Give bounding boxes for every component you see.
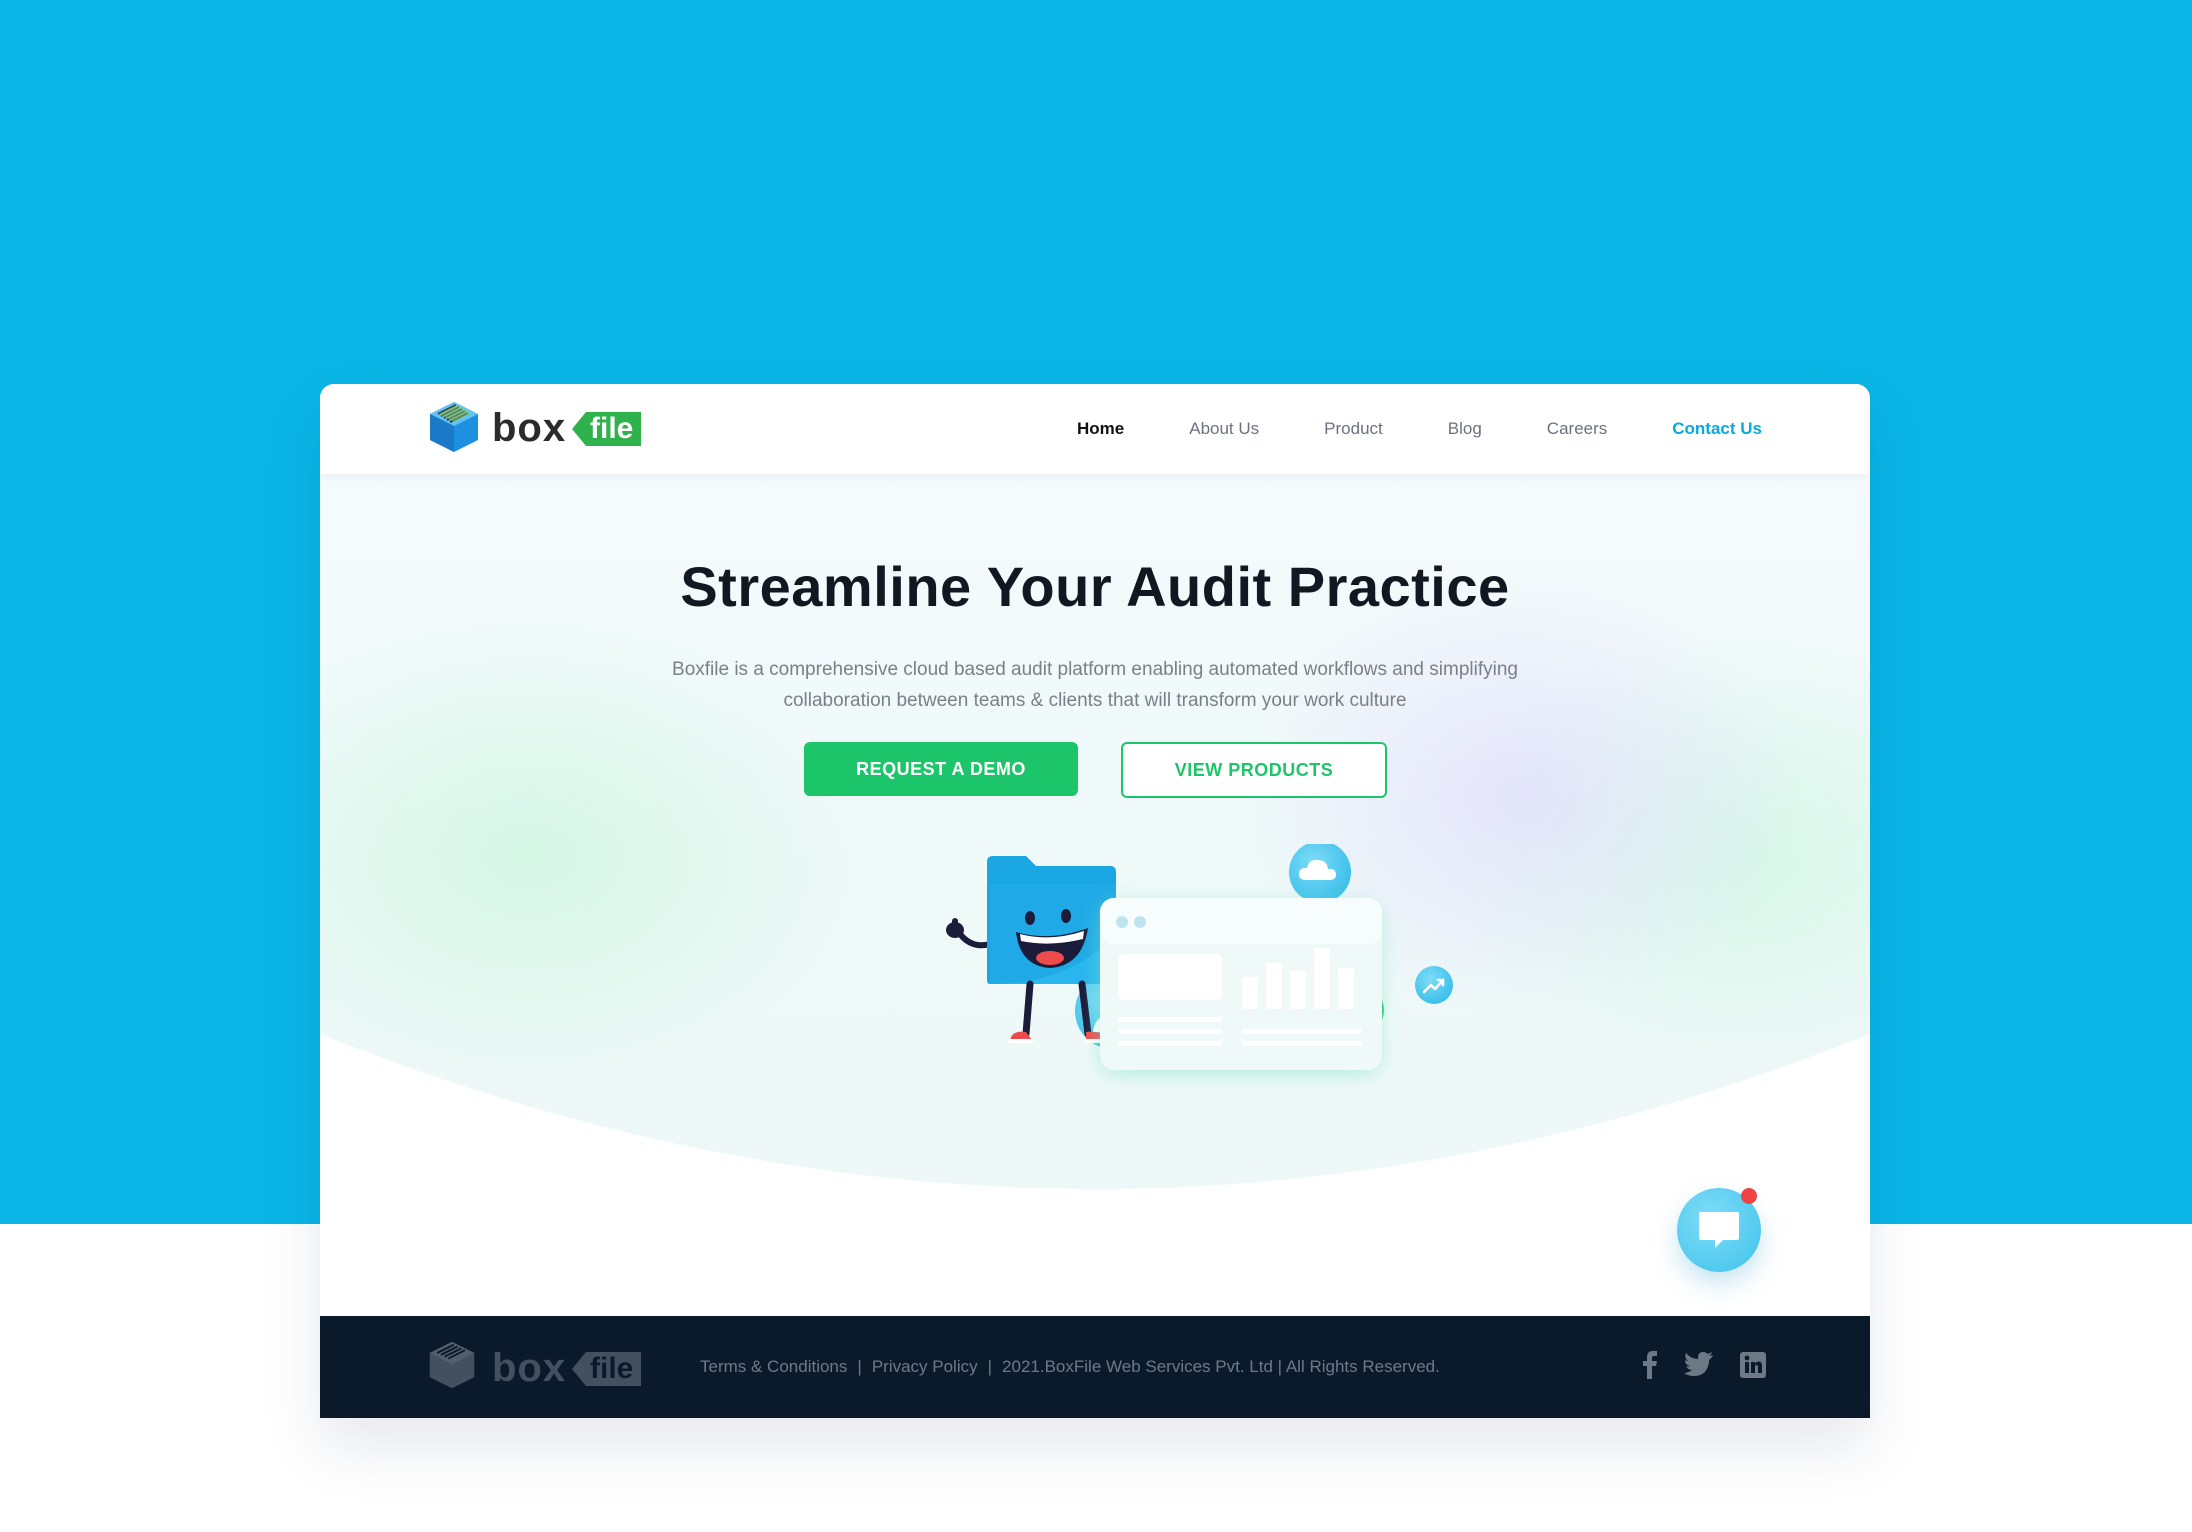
nav-product[interactable]: Product (1324, 419, 1383, 439)
cloud-bubble (1289, 844, 1351, 903)
footer-brand-tag: file (572, 1352, 642, 1386)
request-demo-button[interactable]: REQUEST A DEMO (804, 742, 1078, 796)
nav-contact-us[interactable]: Contact Us (1672, 419, 1762, 439)
hero-subtitle-line-2: collaboration between teams & clients th… (783, 690, 1407, 711)
chat-widget-button[interactable] (1677, 1188, 1761, 1272)
main-nav: Home About Us Product Blog Careers Conta… (1012, 384, 1762, 474)
hero-title: Streamline Your Audit Practice (680, 555, 1510, 618)
nav-home[interactable]: Home (1077, 419, 1124, 439)
hero-illustration (946, 844, 1453, 1074)
site-footer: box file Terms & Conditions | Privacy Po… (320, 1316, 1870, 1418)
footer-separator: | (987, 1357, 993, 1376)
twitter-icon[interactable] (1684, 1351, 1714, 1383)
footer-links: Terms & Conditions | Privacy Policy | 20… (700, 1316, 1440, 1418)
box-logo-icon (430, 402, 478, 452)
footer-brand-word: box (492, 1346, 567, 1390)
nav-blog[interactable]: Blog (1448, 419, 1482, 439)
hero-section: Streamline Your Audit Practice Boxfile i… (320, 474, 1870, 1194)
nav-about-us[interactable]: About Us (1189, 419, 1259, 439)
notification-dot (1741, 1188, 1757, 1204)
dashboard-card (1100, 898, 1382, 1074)
copyright-text: 2021.BoxFile Web Services Pvt. Ltd | All… (1002, 1357, 1440, 1376)
hero-subtitle: Boxfile is a comprehensive cloud based a… (320, 654, 1870, 716)
privacy-link[interactable]: Privacy Policy (872, 1357, 978, 1377)
brand-tag: file (572, 412, 642, 446)
linkedin-icon[interactable] (1740, 1351, 1766, 1383)
footer-separator: | (857, 1357, 862, 1376)
brand-word: box (492, 406, 567, 450)
box-logo-icon (429, 1341, 475, 1389)
nav-careers[interactable]: Careers (1547, 419, 1607, 439)
trend-up-icon (1415, 966, 1453, 1004)
view-products-button[interactable]: VIEW PRODUCTS (1121, 742, 1387, 798)
hero-subtitle-line-1: Boxfile is a comprehensive cloud based a… (672, 659, 1518, 680)
brand-logo[interactable]: box file (426, 400, 646, 456)
terms-link[interactable]: Terms & Conditions (700, 1357, 847, 1377)
social-links (1616, 1316, 1766, 1418)
facebook-icon[interactable] (1642, 1350, 1658, 1384)
site-header: box file Home About Us Product Blog Care… (320, 384, 1870, 474)
website-mockup: box file Home About Us Product Blog Care… (320, 384, 1870, 1418)
footer-logo[interactable]: box file (426, 1340, 646, 1394)
